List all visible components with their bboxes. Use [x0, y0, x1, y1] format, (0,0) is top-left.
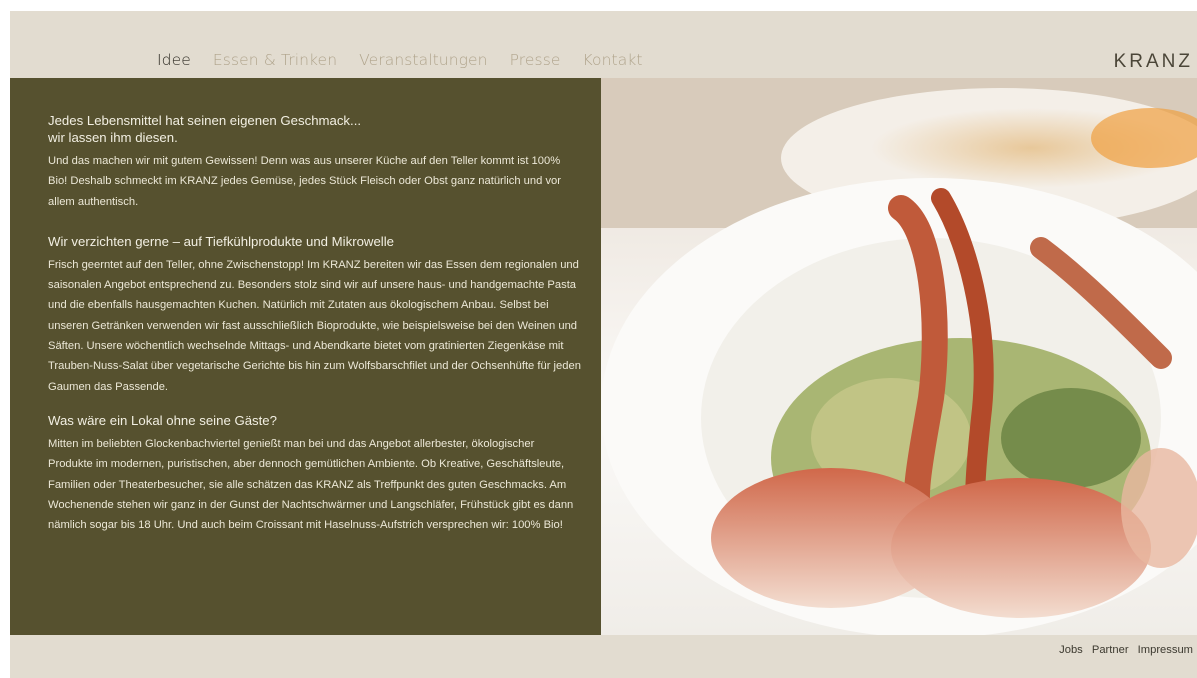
nav-item-idee[interactable]: Idee — [157, 51, 191, 69]
nav-item-veranstaltungen[interactable]: Veranstaltungen — [359, 51, 487, 69]
content-panel: Jedes Lebensmittel hat seinen eigenen Ge… — [10, 78, 601, 635]
main-nav: Idee Essen & Trinken Veranstaltungen Pre… — [157, 51, 665, 69]
nav-item-kontakt[interactable]: Kontakt — [583, 51, 643, 69]
footer-links: Jobs Partner Impressum — [1053, 644, 1193, 656]
salad-dark — [1001, 388, 1141, 488]
brand-logo[interactable]: KRANZ — [1114, 51, 1193, 73]
section-heading: Wir verzichten gerne – auf Tiefkühlprodu… — [48, 233, 394, 249]
footer-link-jobs[interactable]: Jobs — [1059, 644, 1083, 656]
section-body: Mitten im beliebten Glockenbachviertel g… — [48, 437, 574, 532]
section-intro: Jedes Lebensmittel hat seinen eigenen Ge… — [48, 112, 581, 212]
hero-illustration — [601, 78, 1197, 635]
section-tiefkuehl: Wir verzichten gerne – auf Tiefkühlprodu… — [48, 233, 581, 397]
section-heading: Jedes Lebensmittel hat seinen eigenen Ge… — [48, 112, 581, 146]
section-body: Frisch geerntet auf den Teller, ohne Zwi… — [48, 258, 581, 393]
heading-line: Jedes Lebensmittel hat seinen eigenen Ge… — [48, 113, 362, 128]
nav-item-presse[interactable]: Presse — [510, 51, 561, 69]
section-body: Und das machen wir mit gutem Gewissen! D… — [48, 155, 561, 208]
nav-item-essen-trinken[interactable]: Essen & Trinken — [213, 51, 337, 69]
shrimp-body-right — [891, 478, 1151, 618]
section-gaeste: Was wäre ein Lokal ohne seine Gäste? Mit… — [48, 412, 581, 535]
section-heading: Was wäre ein Lokal ohne seine Gäste? — [48, 412, 277, 428]
footer-link-impressum[interactable]: Impressum — [1138, 644, 1193, 656]
footer-link-partner[interactable]: Partner — [1092, 644, 1129, 656]
hero-image-shrimp-salad — [601, 78, 1197, 635]
heading-line: wir lassen ihm diesen. — [48, 130, 178, 145]
page: Idee Essen & Trinken Veranstaltungen Pre… — [10, 11, 1197, 678]
